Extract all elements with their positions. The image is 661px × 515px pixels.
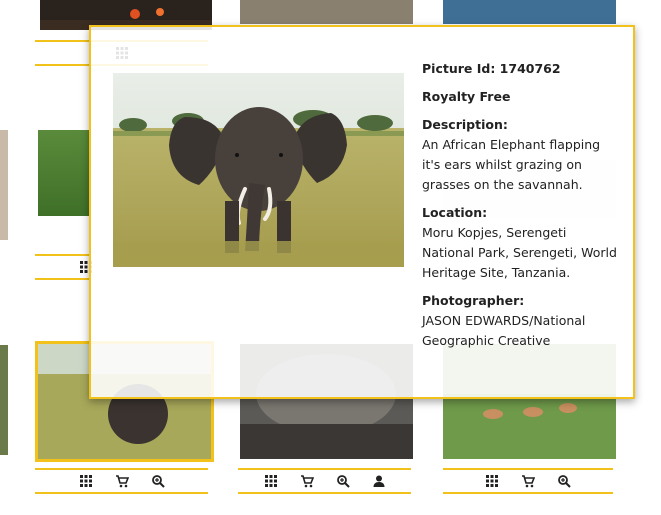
zoom-icon[interactable] (557, 474, 571, 488)
preview-photo (113, 73, 404, 267)
thumbnail-elephants-water[interactable] (240, 0, 413, 24)
picture-info: Picture Id: 1740762 Royalty Free Descrip… (422, 59, 622, 351)
thumbnail-actions-bar (35, 468, 208, 494)
description-heading: Description: (422, 117, 508, 132)
grid-icon[interactable] (485, 474, 499, 488)
location-heading: Location: (422, 205, 488, 220)
image-preview-popup: Picture Id: 1740762 Royalty Free Descrip… (89, 25, 635, 399)
grid-icon[interactable] (79, 474, 93, 488)
photographer-heading: Photographer: (422, 293, 525, 308)
cart-icon[interactable] (115, 474, 129, 488)
picture-id: Picture Id: 1740762 (422, 61, 561, 76)
zoom-icon[interactable] (336, 474, 350, 488)
thumbnail-hippo[interactable] (443, 0, 616, 24)
cart-icon[interactable] (300, 474, 314, 488)
location-text: Moru Kopjes, Serengeti National Park, Se… (422, 225, 617, 280)
thumbnail-actions-bar (238, 468, 411, 494)
zoom-icon[interactable] (151, 474, 165, 488)
thumbnail-actions-bar (35, 254, 92, 280)
thumbnail-actions-bar (443, 468, 613, 494)
grid-icon[interactable] (264, 474, 278, 488)
license-type: Royalty Free (422, 89, 511, 104)
thumbnail-edge-left[interactable] (0, 130, 8, 240)
thumbnail-grass-field[interactable] (38, 130, 90, 216)
cart-icon[interactable] (521, 474, 535, 488)
description-text: An African Elephant flapping it's ears w… (422, 137, 601, 192)
user-icon[interactable] (372, 474, 386, 488)
photographer-text: JASON EDWARDS/National Geographic Creati… (422, 313, 586, 348)
thumbnail-edge-left[interactable] (0, 345, 8, 455)
